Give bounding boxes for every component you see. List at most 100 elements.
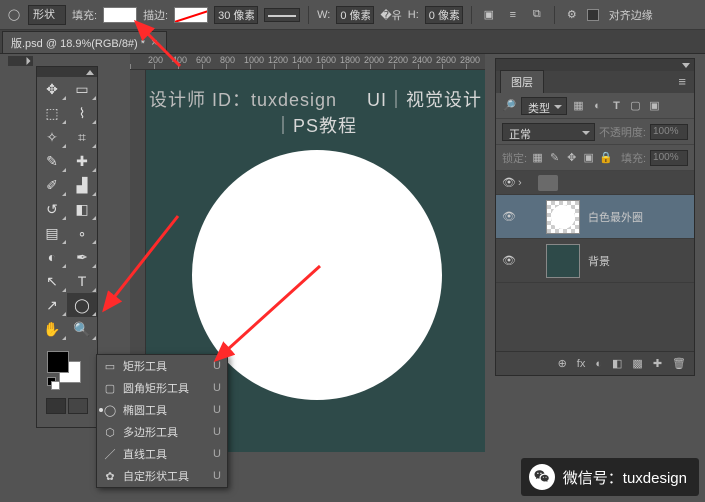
type-tool[interactable]: T xyxy=(67,269,97,293)
lock-pos-icon[interactable]: ✥ xyxy=(565,150,578,165)
artboard-tool[interactable]: ▭ xyxy=(67,77,97,101)
search-icon[interactable]: 🔎 xyxy=(502,98,517,113)
adjustment-icon[interactable]: ◧ xyxy=(612,357,622,370)
lock-trans-icon[interactable]: ▦ xyxy=(531,150,544,165)
canvas-header-text: 设计师 ID：tuxdesign UI｜视觉设计｜PS教程 xyxy=(146,86,485,138)
collapsed-dock[interactable] xyxy=(8,56,33,490)
visibility-icon[interactable]: 👁 xyxy=(500,210,518,223)
flyout-item[interactable]: ▢圆角矩形工具U xyxy=(97,377,227,399)
move-tool[interactable]: ✥ xyxy=(37,77,67,101)
align-edges-checkbox[interactable] xyxy=(587,9,599,21)
fill-label: 填充: xyxy=(72,7,97,23)
eyedropper-tool[interactable]: ✎ xyxy=(37,149,67,173)
magic-wand-tool[interactable]: ✧ xyxy=(37,125,67,149)
document-tab[interactable]: 版.psd @ 18.9%(RGB/8#) * × xyxy=(2,31,167,53)
lock-artboard-icon[interactable]: ▣ xyxy=(582,150,595,165)
marquee-tool[interactable]: ⬚ xyxy=(37,101,67,125)
arrange-icon[interactable]: ⧉ xyxy=(528,6,546,24)
filter-smart-icon[interactable]: ▣ xyxy=(647,98,662,113)
pen-tool[interactable]: ✒ xyxy=(67,245,97,269)
filter-type-icon[interactable]: T xyxy=(609,98,624,113)
flyout-item[interactable]: ⬡多边形工具U xyxy=(97,421,227,443)
align-icon[interactable]: ≡ xyxy=(504,6,522,24)
eraser-tool[interactable]: ◧ xyxy=(67,197,97,221)
flyout-item[interactable]: ／直线工具U xyxy=(97,443,227,465)
path-select-tool[interactable]: ↖ xyxy=(37,269,67,293)
lock-paint-icon[interactable]: ✎ xyxy=(548,150,561,165)
blur-tool[interactable]: ∘ xyxy=(67,221,97,245)
flyout-item[interactable]: ✿自定形状工具U xyxy=(97,465,227,487)
layer-row[interactable]: 👁 白色最外圈 xyxy=(496,195,694,239)
trash-icon[interactable]: 🗑 xyxy=(672,357,686,370)
tool-panel-collapse[interactable] xyxy=(37,67,97,77)
white-circle-shape[interactable] xyxy=(192,150,442,400)
gear-icon[interactable]: ⚙ xyxy=(563,6,581,24)
lasso-tool[interactable]: ⌇ xyxy=(67,101,97,125)
h-label: H: xyxy=(408,9,419,21)
layer-row[interactable]: 👁› xyxy=(496,171,694,195)
layer-thumbnail[interactable] xyxy=(546,244,580,278)
layers-footer: ⊕ fx ◐ ◧ ▩ ✚ 🗑 xyxy=(496,351,694,375)
stroke-swatch[interactable] xyxy=(174,7,208,23)
layer-name[interactable]: 白色最外圈 xyxy=(588,209,643,225)
layer-row[interactable]: 👁 背景 xyxy=(496,239,694,283)
lock-all-icon[interactable]: 🔒 xyxy=(599,150,613,165)
gradient-tool[interactable]: ▤ xyxy=(37,221,67,245)
direct-select-tool[interactable]: ↗ xyxy=(37,293,67,317)
fg-bg-swatches[interactable] xyxy=(37,347,97,393)
screen-mode-toggle[interactable] xyxy=(37,393,97,419)
mode-select[interactable]: 形状 xyxy=(28,5,66,25)
options-bar: ◯ 形状 填充: 描边: W: �유 H: ▣ ≡ ⧉ ⚙ 对齐边缘 xyxy=(0,0,705,30)
link-layers-icon[interactable]: ⊕ xyxy=(558,357,567,370)
layers-tab[interactable]: 图层 xyxy=(500,70,544,93)
tool-panel: ✥▭⬚⌇✧⌗✎✚✐▟↺◧▤∘◐✒↖T↗◯✋🔍 xyxy=(36,66,98,428)
fill-swatch[interactable] xyxy=(103,7,137,23)
layer-name[interactable]: 背景 xyxy=(588,253,610,269)
default-colors-icon[interactable] xyxy=(47,377,57,387)
flyout-item[interactable]: ▭矩形工具U xyxy=(97,355,227,377)
fill-input[interactable] xyxy=(650,150,688,166)
blend-row: 正常 不透明度: xyxy=(496,119,694,145)
crop-tool[interactable]: ⌗ xyxy=(67,125,97,149)
stroke-width-input[interactable] xyxy=(214,6,258,24)
path-ops-icon[interactable]: ▣ xyxy=(480,6,498,24)
visibility-icon[interactable]: 👁 xyxy=(500,254,518,267)
dodge-tool[interactable]: ◐ xyxy=(37,245,67,269)
new-layer-icon[interactable]: ✚ xyxy=(653,357,662,370)
shape-tool[interactable]: ◯ xyxy=(67,293,97,317)
hand-tool[interactable]: ✋ xyxy=(37,317,67,341)
visibility-icon[interactable]: 👁 xyxy=(500,176,518,189)
close-tab-icon[interactable]: × xyxy=(151,37,157,49)
tool-preset-icon[interactable]: ◯ xyxy=(6,7,22,23)
blend-mode-select[interactable]: 正常 xyxy=(502,123,595,141)
link-wh-icon[interactable]: �유 xyxy=(380,7,401,23)
group-icon[interactable]: ▩ xyxy=(632,357,642,370)
stroke-label: 描边: xyxy=(143,7,168,23)
wechat-label: 微信号：tuxdesign xyxy=(563,467,687,488)
history-brush-tool[interactable]: ↺ xyxy=(37,197,67,221)
opacity-input[interactable] xyxy=(650,124,688,140)
lock-row: 锁定: ▦ ✎ ✥ ▣ 🔒 填充: xyxy=(496,145,694,171)
filter-kind-select[interactable]: 类型 xyxy=(521,97,567,115)
zoom-tool[interactable]: 🔍 xyxy=(67,317,97,341)
filter-pixel-icon[interactable]: ▦ xyxy=(571,98,586,113)
flyout-item[interactable]: ◯椭圆工具U xyxy=(97,399,227,421)
shape-tool-flyout: ▭矩形工具U▢圆角矩形工具U◯椭圆工具U⬡多边形工具U／直线工具U✿自定形状工具… xyxy=(96,354,228,488)
panel-menu-icon[interactable]: ≡ xyxy=(670,70,694,93)
layer-filter-row: 🔎 类型 ▦ ◐ T ▢ ▣ xyxy=(496,93,694,119)
mask-icon[interactable]: ◐ xyxy=(595,358,602,370)
fg-color-swatch[interactable] xyxy=(47,351,69,373)
fx-icon[interactable]: fx xyxy=(577,358,586,370)
height-input[interactable] xyxy=(425,6,463,24)
stroke-style-select[interactable] xyxy=(264,8,300,22)
wechat-icon xyxy=(529,464,555,490)
layers-panel: 图层 ≡ 🔎 类型 ▦ ◐ T ▢ ▣ 正常 不透明度: 锁定: ▦ ✎ ✥ ▣… xyxy=(495,58,695,376)
width-input[interactable] xyxy=(336,6,374,24)
healing-tool[interactable]: ✚ xyxy=(67,149,97,173)
filter-adjust-icon[interactable]: ◐ xyxy=(590,98,605,113)
filter-shape-icon[interactable]: ▢ xyxy=(628,98,643,113)
stamp-tool[interactable]: ▟ xyxy=(67,173,97,197)
document-tabs: 版.psd @ 18.9%(RGB/8#) * × xyxy=(0,30,705,54)
brush-tool[interactable]: ✐ xyxy=(37,173,67,197)
layer-thumbnail[interactable] xyxy=(546,200,580,234)
